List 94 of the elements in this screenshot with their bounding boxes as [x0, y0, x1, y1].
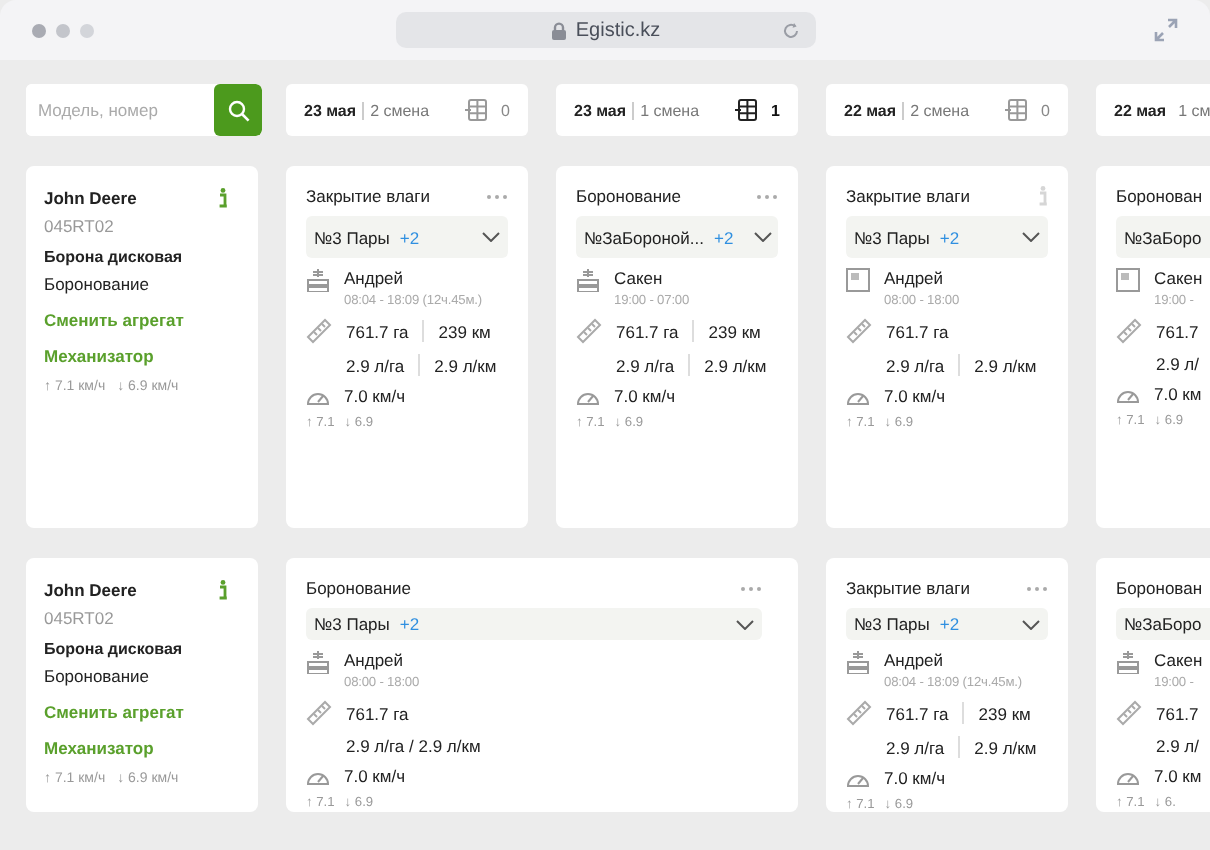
fuel-value: 2.9 л/км	[974, 737, 1037, 757]
field-dropdown[interactable]: №ЗаБороной... +2	[576, 216, 778, 258]
ruler-icon	[846, 700, 872, 726]
fuel-value: 2.9 л/га	[616, 355, 675, 375]
speed-value: 7.0 км	[1154, 384, 1202, 404]
speed-value: 7.0 км/ч	[614, 386, 676, 406]
distance-value: 239 км	[978, 703, 1031, 723]
ruler-icon	[306, 700, 332, 726]
address-bar[interactable]: Egistic.kz	[396, 12, 816, 48]
operator-name: Сакен	[1154, 650, 1203, 670]
implement-name: Борона дисковая	[44, 640, 185, 658]
operation-title: Закрытие влаги	[846, 578, 971, 598]
area-value: 761.7 га	[616, 321, 679, 341]
field-dropdown[interactable]: №3 Пары +2	[846, 216, 1048, 258]
ruler-icon	[1116, 318, 1142, 344]
speed-value: 7.0 км/ч	[344, 766, 406, 786]
field-dropdown[interactable]: №ЗаБоро	[1116, 216, 1210, 258]
plate-number: 045RT02	[44, 608, 116, 628]
more-icon[interactable]	[756, 193, 778, 199]
ruler-icon	[846, 318, 872, 344]
ruler-icon	[576, 318, 602, 344]
machine-name: John Deere	[44, 188, 137, 208]
operation-title: Боронован	[1116, 186, 1203, 206]
operation-name: Боронование	[44, 666, 151, 686]
day-tab[interactable]: 22 мая 2 смена 0	[826, 84, 1068, 136]
field-dropdown[interactable]: №3 Пары +2	[306, 216, 508, 258]
operator-name: Андрей	[344, 268, 406, 288]
area-value: 761.7	[1156, 321, 1199, 341]
shift-label: 1 см	[1178, 101, 1210, 119]
day-date: 23 мая	[574, 101, 627, 119]
info-icon[interactable]	[1038, 186, 1048, 206]
day-date: 22 мая	[1114, 101, 1167, 119]
more-icon[interactable]	[740, 585, 762, 591]
field-dropdown[interactable]: №ЗаБоро	[1116, 608, 1210, 640]
fuel-value: 2.9 л/га / 2.9 л/км	[346, 736, 481, 756]
ruler-icon	[1116, 700, 1142, 726]
field-dropdown[interactable]: №3 Пары +2	[306, 608, 762, 640]
area-value: 761.7 га	[346, 703, 409, 723]
shift-label: 2 смена	[370, 101, 430, 119]
search-icon	[227, 99, 249, 121]
info-icon[interactable]	[218, 580, 228, 600]
implement-name: Борона дисковая	[44, 248, 185, 266]
distance-value: 239 км	[708, 321, 761, 341]
reload-icon[interactable]	[782, 22, 800, 40]
area-value: 761.7 га	[886, 321, 949, 341]
operator-name: Сакен	[1154, 268, 1203, 288]
more-icon[interactable]	[1026, 585, 1048, 591]
operator-name: Андрей	[884, 268, 946, 288]
day-tab[interactable]: 23 мая 1 смена 1	[556, 84, 798, 136]
shift-count: 1	[771, 101, 780, 119]
day-date: 23 мая	[304, 101, 357, 119]
fuel-value: 2.9 л/км	[974, 355, 1037, 375]
speed-value: 7.0 км/ч	[884, 768, 946, 788]
operation-title: Боронован	[1116, 578, 1203, 598]
info-icon[interactable]	[218, 188, 228, 208]
shift-count: 0	[501, 101, 510, 119]
operator-name: Сакен	[614, 268, 665, 288]
fuel-value: 2.9 л/	[1156, 354, 1199, 374]
shift-label: 1 смена	[640, 101, 700, 119]
area-value: 761.7 га	[346, 321, 409, 341]
operator-name: Андрей	[884, 650, 946, 670]
operation-title: Боронование	[576, 186, 681, 206]
shift-label: 2 смена	[910, 101, 970, 119]
day-tab[interactable]: 23 мая 2 смена 0	[286, 84, 528, 136]
speed-value: 7.0 км	[1154, 766, 1202, 786]
fuel-value: 2.9 л/	[1156, 736, 1199, 756]
address-text: Egistic.kz	[575, 19, 661, 41]
fuel-value: 2.9 л/га	[886, 355, 945, 375]
fuel-value: 2.9 л/га	[886, 737, 945, 757]
expand-icon[interactable]	[1154, 18, 1178, 42]
ruler-icon	[306, 318, 332, 344]
speed-value: 7.0 км/ч	[884, 386, 946, 406]
operator-name: Андрей	[344, 650, 406, 670]
operation-name: Боронование	[44, 274, 151, 294]
speed-value: 7.0 км/ч	[344, 386, 406, 406]
shift-count: 0	[1041, 101, 1050, 119]
operation-title: Боронование	[306, 578, 411, 598]
day-date: 22 мая	[844, 101, 897, 119]
lock-icon	[551, 21, 566, 39]
more-icon[interactable]	[486, 193, 508, 199]
fuel-value: 2.9 л/км	[434, 355, 497, 375]
fuel-value: 2.9 л/га	[346, 355, 405, 375]
fuel-value: 2.9 л/км	[704, 355, 767, 375]
area-value: 761.7 га	[886, 703, 949, 723]
operation-title: Закрытие влаги	[846, 186, 971, 206]
distance-value: 239 км	[438, 321, 491, 341]
machine-name: John Deere	[44, 580, 137, 600]
search-field[interactable]: Модель, номер	[26, 84, 262, 136]
field-dropdown[interactable]: №3 Пары +2	[846, 608, 1048, 640]
area-value: 761.7	[1156, 703, 1199, 723]
search-button[interactable]	[214, 84, 262, 136]
day-tab[interactable]: 22 мая 1 см	[1096, 84, 1210, 136]
operation-title: Закрытие влаги	[306, 186, 431, 206]
plate-number: 045RT02	[44, 216, 116, 236]
